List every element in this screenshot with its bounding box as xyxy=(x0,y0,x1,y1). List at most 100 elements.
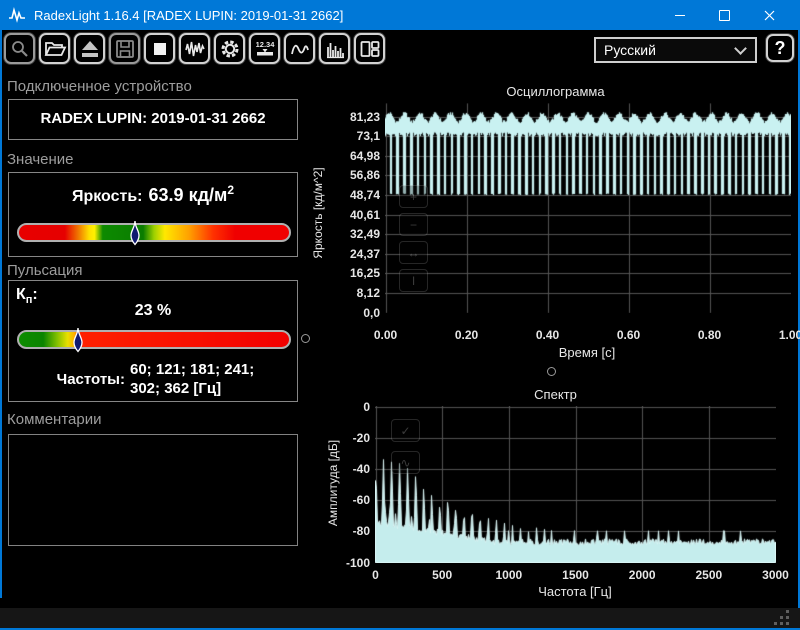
window-title: RadexLight 1.16.4 [RADEX LUPIN: 2019-01-… xyxy=(34,8,343,23)
zoom-tool-button[interactable] xyxy=(4,33,35,64)
svg-text:12.34: 12.34 xyxy=(255,40,275,49)
fit-width-icon: ↔ xyxy=(408,246,420,260)
status-bar xyxy=(0,608,800,628)
oscillogram-xlabel: Время [с] xyxy=(487,345,687,360)
stop-icon xyxy=(148,37,172,61)
brightness-value: 63.9 кд/м2 xyxy=(149,183,235,206)
spectrum-xlabel: Частота [Гц] xyxy=(475,584,675,599)
layout-panels-icon xyxy=(358,37,382,61)
magnifier-icon xyxy=(8,37,32,61)
pulsation-panel-header: Пульсация xyxy=(7,262,82,279)
osc-xtick-label: 0.00 xyxy=(356,327,416,343)
cursor-icon: I xyxy=(412,274,415,288)
spec-xtick-label: 3000 xyxy=(746,567,800,583)
spec-curve-button[interactable]: ∿ xyxy=(391,451,420,474)
osc-xtick-label: 0.80 xyxy=(680,327,740,343)
spec-ytick-label: -20 xyxy=(320,430,370,446)
osc-xtick-label: 0.60 xyxy=(599,327,659,343)
open-file-button[interactable] xyxy=(39,33,70,64)
osc-ytick-label: 24,37 xyxy=(326,246,380,262)
osc-cursor-button[interactable]: I xyxy=(399,269,428,292)
spec-xtick-label: 1000 xyxy=(479,567,539,583)
osc-ytick-label: 40,61 xyxy=(326,207,380,223)
osc-xtick-label: 0.20 xyxy=(437,327,497,343)
chevron-down-icon xyxy=(734,42,747,55)
spec-xtick-label: 500 xyxy=(412,567,472,583)
curve-view-button[interactable] xyxy=(284,33,315,64)
drop-marker-icon xyxy=(72,327,84,353)
brightness-label: Яркость: xyxy=(72,188,143,206)
value-panel-header: Значение xyxy=(7,151,74,168)
osc-zoom-out-button[interactable]: − xyxy=(399,213,428,236)
digits-display-icon: 12.34 xyxy=(253,37,277,61)
save-button[interactable] xyxy=(109,33,140,64)
digital-view-button[interactable]: 12.34 xyxy=(249,33,280,64)
value-panel: Яркость: 63.9 кд/м2 xyxy=(8,172,298,257)
horizontal-splitter-grip[interactable] xyxy=(547,367,556,376)
stop-button[interactable] xyxy=(144,33,175,64)
minimize-button[interactable] xyxy=(657,0,702,30)
floppy-icon xyxy=(113,37,137,61)
drop-marker-icon xyxy=(129,220,141,246)
osc-ytick-label: 64,98 xyxy=(326,148,380,164)
osc-ytick-label: 81,23 xyxy=(326,109,380,125)
spec-xtick-label: 2500 xyxy=(679,567,739,583)
spectrum-title: Спектр xyxy=(320,387,791,402)
spec-check-button[interactable]: ✓ xyxy=(391,419,420,442)
spec-xtick-label: 2000 xyxy=(612,567,672,583)
frequencies-label: Частоты: xyxy=(9,371,125,388)
spec-xtick-label: 1500 xyxy=(546,567,606,583)
osc-ytick-label: 0,0 xyxy=(326,305,380,321)
wave-icon: ∿ xyxy=(400,456,410,470)
device-name: RADEX LUPIN: 2019-01-31 2662 xyxy=(9,100,297,137)
language-value: Русский xyxy=(596,42,736,58)
device-panel-header: Подключенное устройство xyxy=(7,78,192,95)
brightness-indicator xyxy=(129,220,141,246)
osc-xtick-label: 0.40 xyxy=(518,327,578,343)
spec-ytick-label: -40 xyxy=(320,461,370,477)
noise-waveform-icon xyxy=(183,37,207,61)
oscillogram-title: Осциллограмма xyxy=(320,84,791,99)
check-icon: ✓ xyxy=(400,424,410,438)
histogram-icon xyxy=(323,37,347,61)
spectrum-view-button[interactable] xyxy=(319,33,350,64)
resize-grip[interactable] xyxy=(786,622,789,625)
osc-xtick-label: 1.00 xyxy=(761,327,800,343)
osc-ytick-label: 56,86 xyxy=(326,167,380,183)
language-select[interactable]: Русский xyxy=(594,37,757,63)
osc-ytick-label: 16,25 xyxy=(326,265,380,281)
settings-button[interactable] xyxy=(214,33,245,64)
spec-ytick-label: -80 xyxy=(320,523,370,539)
osc-ytick-label: 32,49 xyxy=(326,226,380,242)
plus-icon: + xyxy=(410,190,417,204)
eject-icon xyxy=(78,37,102,61)
spec-xtick-label: 0 xyxy=(346,567,406,583)
help-button[interactable]: ? xyxy=(766,34,794,62)
close-button[interactable] xyxy=(747,0,792,30)
eject-device-button[interactable] xyxy=(74,33,105,64)
close-icon xyxy=(764,10,775,21)
spectrum-ylabel: Амплитуда [дБ] xyxy=(326,393,340,573)
frequencies-value: 60; 121; 181; 241; 302; 362 [Гц] xyxy=(130,361,280,399)
maximize-icon xyxy=(719,10,730,21)
oscillogram-plot[interactable] xyxy=(385,103,791,313)
oscillogram-view-button[interactable] xyxy=(179,33,210,64)
maximize-button[interactable] xyxy=(702,0,747,30)
comments-panel-header: Комментарии xyxy=(7,411,101,428)
minus-icon: − xyxy=(410,218,417,232)
smooth-curve-icon xyxy=(288,37,312,61)
vertical-splitter-grip[interactable] xyxy=(301,334,310,343)
gear-icon xyxy=(218,37,242,61)
pulsation-scale-bar xyxy=(17,330,291,349)
comments-input[interactable] xyxy=(8,434,298,546)
osc-ytick-label: 48,74 xyxy=(326,187,380,203)
osc-zoom-in-button[interactable]: + xyxy=(399,185,428,208)
folder-open-icon xyxy=(43,37,67,61)
layout-view-button[interactable] xyxy=(354,33,385,64)
spectrum-plot[interactable] xyxy=(375,406,776,563)
app-window: RadexLight 1.16.4 [RADEX LUPIN: 2019-01-… xyxy=(0,0,800,630)
osc-fit-width-button[interactable]: ↔ xyxy=(399,241,428,264)
titlebar[interactable]: RadexLight 1.16.4 [RADEX LUPIN: 2019-01-… xyxy=(0,0,800,30)
app-logo-icon xyxy=(8,7,26,23)
device-panel: RADEX LUPIN: 2019-01-31 2662 xyxy=(8,99,298,140)
